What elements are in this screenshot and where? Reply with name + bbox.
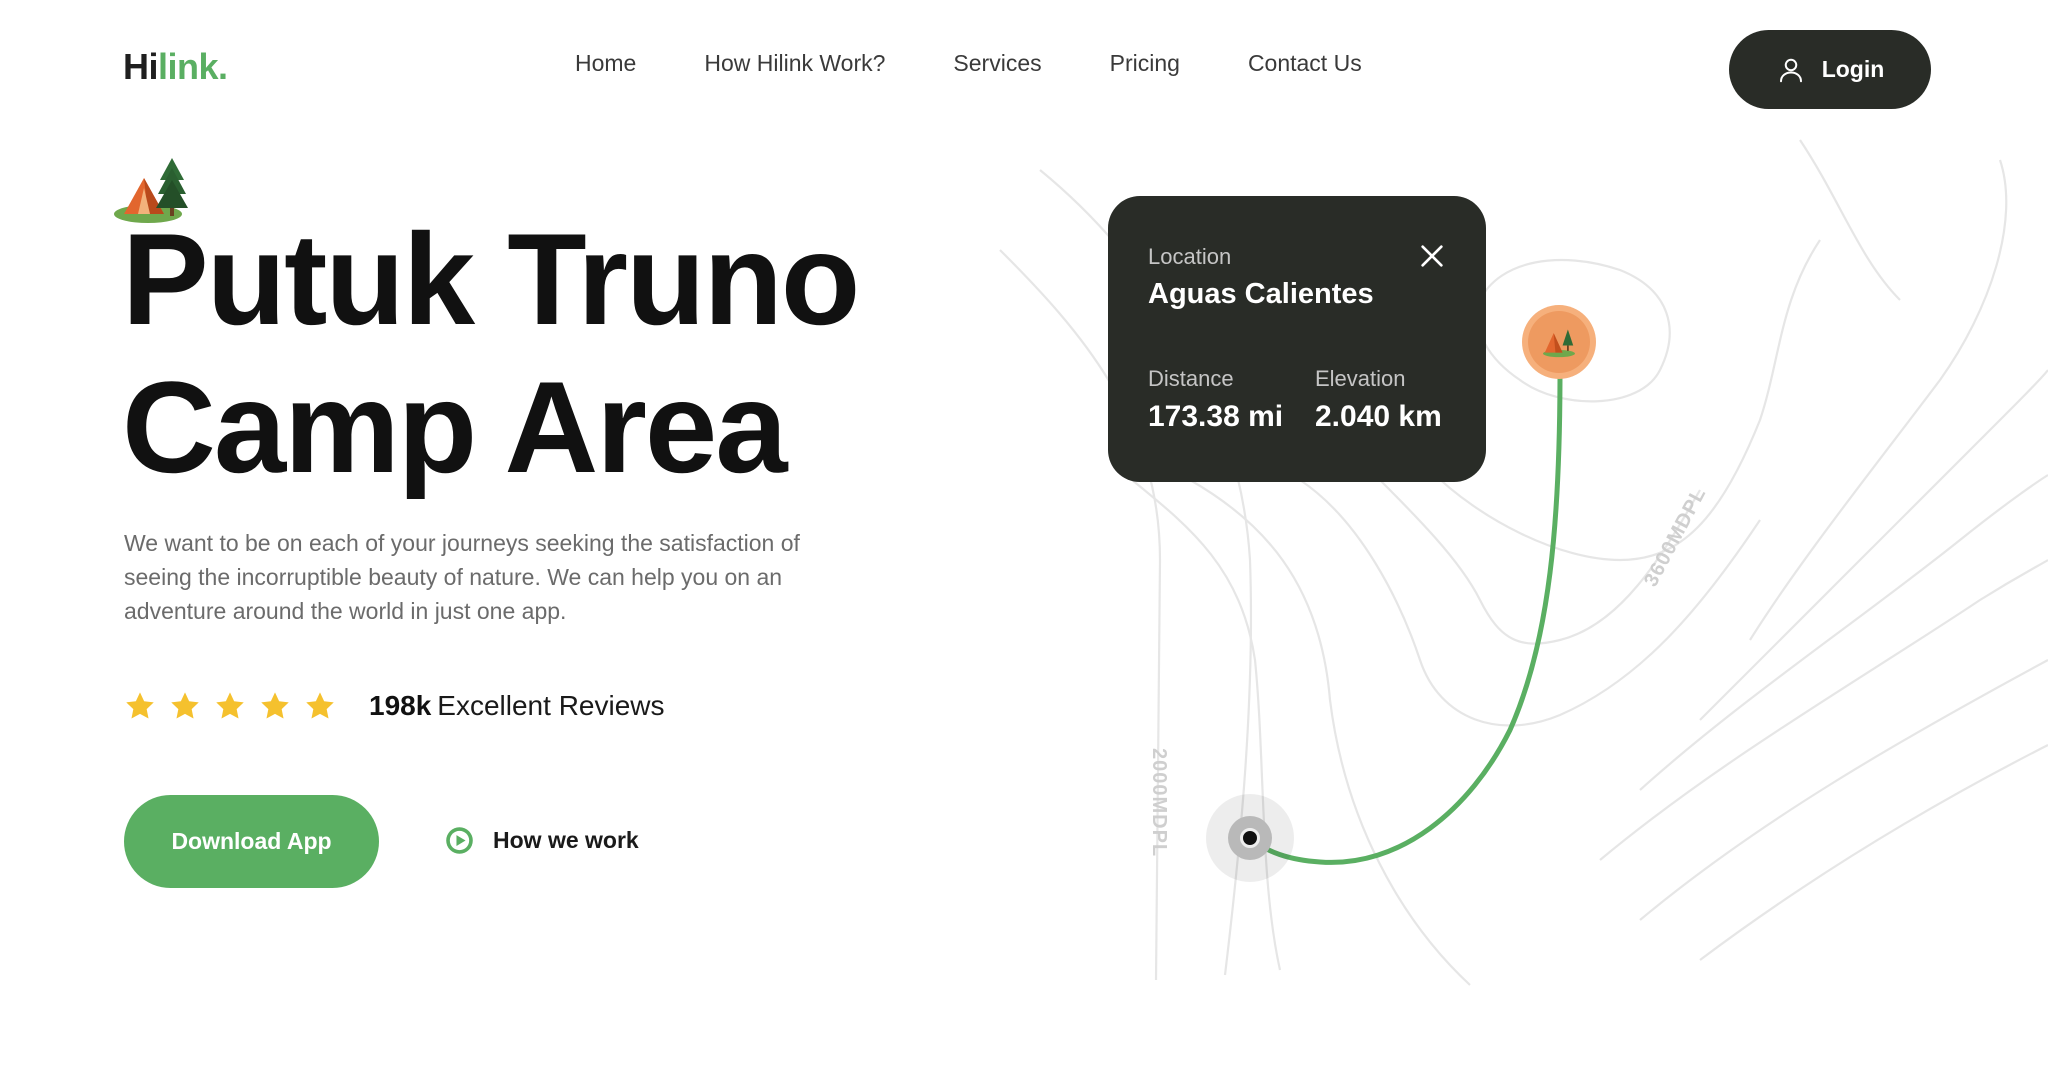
rating: 198k Excellent Reviews: [124, 690, 665, 722]
star-icon: [216, 692, 244, 719]
star-icon: [261, 692, 289, 719]
star-icon: [126, 692, 154, 719]
elevation-caption: Elevation: [1315, 366, 1406, 391]
tent-icon: [1543, 329, 1575, 358]
destination-pin-inner: [1528, 311, 1590, 373]
close-icon[interactable]: [1416, 240, 1448, 272]
start-pin-dot: [1240, 828, 1260, 848]
star-icon: [171, 692, 199, 719]
start-pin[interactable]: [1206, 794, 1294, 882]
title-line-2: Camp Area: [122, 354, 788, 500]
destination-pin[interactable]: [1522, 305, 1596, 379]
play-icon: [446, 827, 473, 854]
review-label: Excellent Reviews: [437, 690, 665, 721]
star-rating: [124, 690, 336, 722]
start-pin-ring: [1228, 816, 1272, 860]
contour-label-2000: 2000MDPL: [1148, 748, 1170, 858]
review-count: 198k: [369, 690, 432, 721]
location-value: Aguas Calientes: [1148, 278, 1374, 310]
how-we-work-label: How we work: [493, 827, 639, 853]
star-icon: [306, 692, 334, 719]
location-caption: Location: [1148, 244, 1232, 269]
download-app-button[interactable]: Download App: [124, 795, 379, 888]
reviews-summary: 198k Excellent Reviews: [369, 690, 665, 722]
distance-value: 173.38 mi: [1148, 400, 1284, 433]
how-we-work-link[interactable]: How we work: [445, 826, 639, 855]
elevation-value: 2.040 km: [1315, 400, 1442, 433]
distance-caption: Distance: [1148, 366, 1234, 391]
page-title: Putuk Truno Camp Area: [122, 205, 860, 501]
location-card: Location Aguas Calientes Distance 173.38…: [1108, 196, 1486, 482]
landing-page: Hilink. Home How Hilink Work? Services P…: [0, 0, 2048, 1091]
hero-description: We want to be on each of your journeys s…: [124, 530, 800, 624]
title-line-1: Putuk Truno: [122, 206, 860, 352]
